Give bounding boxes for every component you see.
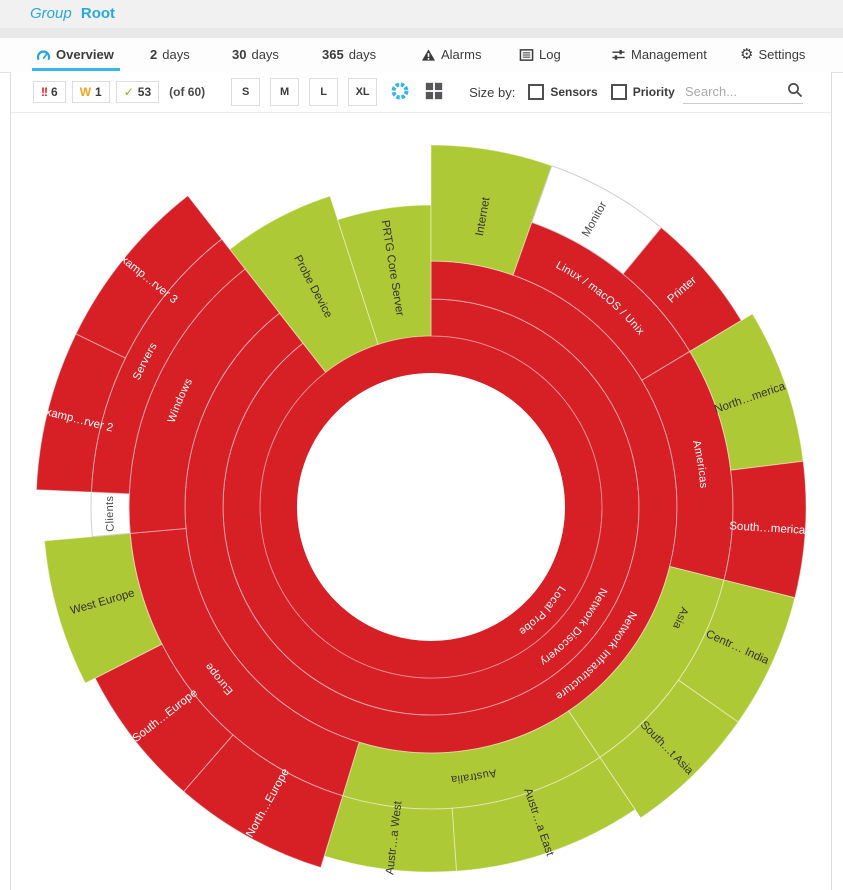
search-input[interactable]	[683, 83, 787, 100]
search-box	[683, 82, 803, 104]
tab-label: days	[162, 47, 189, 62]
content-panel: !! 6 W 1 ✓ 53 (of 60) S M L XL	[10, 72, 832, 890]
sunburst-icon	[389, 80, 411, 105]
tab-alarms[interactable]: Alarms	[421, 38, 481, 71]
sliders-icon	[611, 48, 626, 62]
status-pill-error[interactable]: !! 6	[33, 81, 66, 103]
grid-icon	[424, 81, 444, 104]
tab-settings[interactable]: ⚙ Settings	[740, 38, 805, 71]
size-button-m[interactable]: M	[270, 78, 299, 106]
warning-icon: W	[80, 85, 91, 99]
tab-365-days[interactable]: 365 days	[322, 38, 376, 71]
tab-bar: Overview 2 days 30 days 365 days Alarms	[0, 38, 843, 73]
sunburst-chart[interactable]: Local ProbeNetwork DiscoveryNetwork Infr…	[11, 113, 832, 890]
search-icon[interactable]	[787, 82, 803, 101]
error-icon: !!	[41, 85, 47, 99]
sunburst-view-button[interactable]	[387, 79, 413, 105]
checkbox-icon	[528, 84, 544, 100]
tab-management[interactable]: Management	[611, 38, 707, 71]
error-count: 6	[51, 85, 58, 99]
ok-count: 53	[138, 85, 151, 99]
tab-log[interactable]: Log	[519, 38, 561, 71]
tab-label: Log	[539, 47, 561, 62]
header-divider-strip	[0, 28, 843, 38]
tab-30-days[interactable]: 30 days	[232, 38, 279, 71]
priority-checkbox[interactable]: Priority	[611, 84, 675, 100]
grid-view-button[interactable]	[421, 79, 447, 105]
size-button-l[interactable]: L	[309, 78, 338, 106]
sensor-total-label: (of 60)	[169, 85, 205, 99]
tab-2-days[interactable]: 2 days	[150, 38, 190, 71]
tab-overview[interactable]: Overview	[36, 38, 114, 71]
gear-icon: ⚙	[740, 47, 753, 62]
sensors-checkbox[interactable]: Sensors	[528, 84, 597, 100]
checkbox-label: Priority	[633, 85, 675, 99]
status-pill-ok[interactable]: ✓ 53	[116, 81, 159, 103]
group-type-label: Group	[30, 5, 72, 22]
tab-label: Settings	[758, 47, 805, 62]
warning-count: 1	[95, 85, 102, 99]
tab-label: Management	[631, 47, 707, 62]
page-title: Root	[81, 5, 115, 22]
tab-label: days	[349, 47, 376, 62]
tab-label: Overview	[56, 47, 114, 62]
checkbox-label: Sensors	[550, 85, 597, 99]
toolbar: !! 6 W 1 ✓ 53 (of 60) S M L XL	[11, 72, 831, 113]
tab-label: Alarms	[441, 47, 481, 62]
size-button-s[interactable]: S	[231, 78, 260, 106]
size-button-xl[interactable]: XL	[348, 78, 377, 106]
checkbox-icon	[611, 84, 627, 100]
size-by-label: Size by:	[469, 85, 515, 100]
page-header: Group Root	[0, 0, 843, 28]
label-clients: Clients	[104, 495, 117, 532]
tab-number: 365	[322, 47, 344, 62]
tab-number: 2	[150, 47, 157, 62]
log-icon	[519, 48, 534, 62]
tab-number: 30	[232, 47, 246, 62]
gauge-icon	[36, 48, 51, 62]
alarm-triangle-icon	[421, 48, 436, 62]
check-icon: ✓	[124, 85, 134, 99]
sunburst-svg: Local ProbeNetwork DiscoveryNetwork Infr…	[11, 113, 832, 890]
status-pill-warning[interactable]: W 1	[72, 81, 110, 103]
tab-label: days	[251, 47, 278, 62]
